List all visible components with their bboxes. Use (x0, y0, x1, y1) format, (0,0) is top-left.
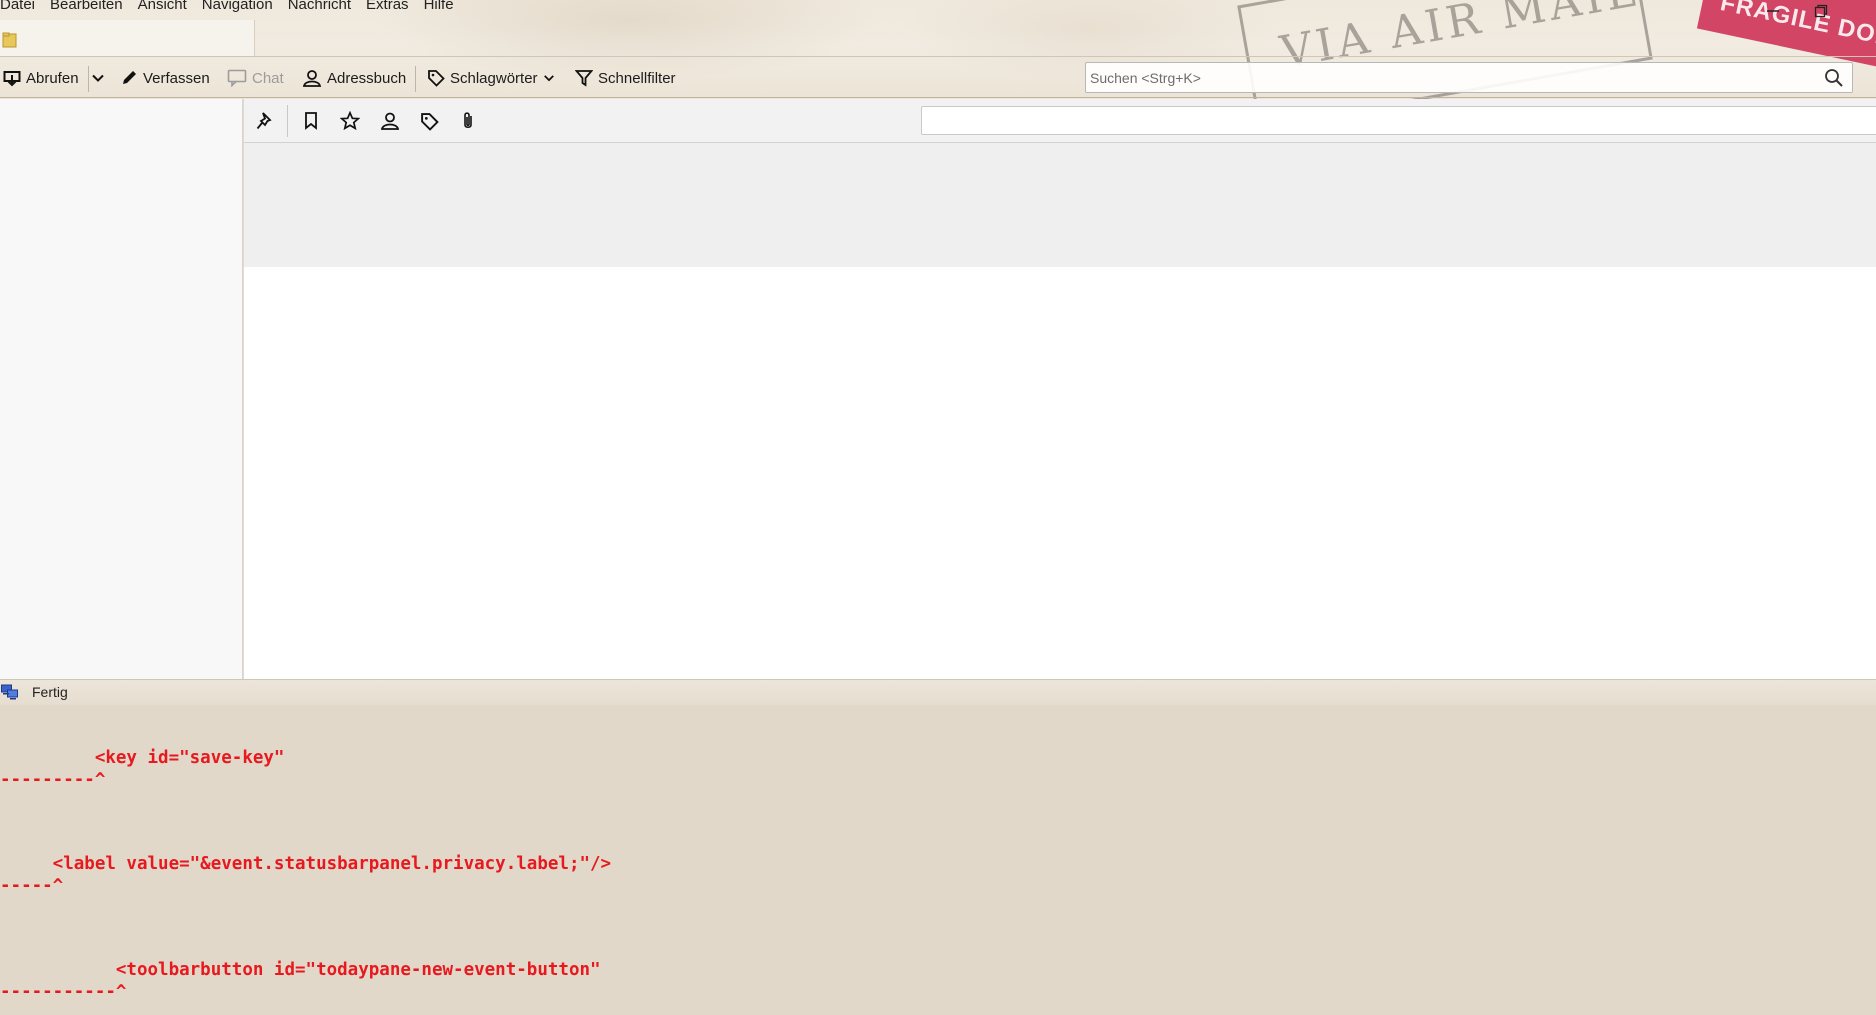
compose-label: Verfassen (143, 69, 210, 87)
address-book-label: Adressbuch (327, 69, 407, 87)
online-status-icon[interactable] (1, 684, 19, 700)
status-bar: Fertig (0, 679, 1876, 705)
quick-filter-button[interactable]: Schnellfilter (575, 67, 676, 89)
folder-pane[interactable] (0, 99, 243, 679)
pencil-icon (123, 71, 136, 84)
get-messages-dropdown[interactable] (91, 67, 105, 89)
get-messages-button[interactable]: Abrufen (3, 67, 79, 89)
toolbar-separator (415, 66, 416, 92)
paperclip-icon (464, 112, 472, 129)
folder-icon (2, 32, 17, 48)
mail-toolbar: Abrufen Verfassen Chat Adressbuch Schlag… (0, 56, 1876, 98)
qf-starred-button[interactable] (337, 108, 363, 134)
qf-attachment-button[interactable] (455, 108, 481, 134)
search-icon[interactable] (1824, 68, 1844, 88)
chevron-down-icon (543, 75, 554, 82)
title-chrome: VIA AIR MAIL FRAGILE DON'T CRUSH Datei B… (0, 0, 1876, 99)
address-book-button[interactable]: Adressbuch (302, 67, 406, 89)
compose-button[interactable]: Verfassen (120, 67, 210, 89)
parse-error-output: <key id="save-key" ---------^ <label val… (0, 705, 1876, 1015)
menu-ansicht[interactable]: Ansicht (138, 0, 187, 16)
menu-nachricht[interactable]: Nachricht (288, 0, 351, 16)
qf-tags-button[interactable] (416, 108, 442, 134)
address-book-icon (302, 70, 322, 87)
tag-icon (420, 112, 439, 131)
thread-pane-header (244, 143, 1876, 267)
menu-bearbeiten[interactable]: Bearbeiten (50, 0, 123, 16)
qf-contact-button[interactable] (377, 108, 403, 134)
menubar: Datei Bearbeiten Ansicht Navigation Nach… (0, 0, 469, 16)
star-icon (340, 111, 360, 131)
qf-unread-button[interactable] (298, 108, 324, 134)
error-marker-line: ---------^ (0, 770, 106, 790)
chat-button[interactable]: Chat (227, 67, 284, 89)
bookmark-icon (305, 112, 317, 130)
qf-sticky-button[interactable] (252, 108, 278, 134)
tab-strip (0, 16, 1876, 56)
quick-filter-input[interactable] (922, 107, 1876, 134)
menu-navigation[interactable]: Navigation (202, 0, 273, 16)
thunderbird-window: VIA AIR MAIL FRAGILE DON'T CRUSH Datei B… (0, 0, 1876, 1015)
quick-filter-separator (287, 105, 288, 137)
toolbar-separator (88, 66, 89, 92)
get-messages-label: Abrufen (26, 69, 79, 87)
error-code-line: <key id="save-key" (0, 748, 285, 768)
pin-icon (256, 112, 272, 130)
filter-icon (575, 70, 593, 87)
menu-datei[interactable]: Datei (0, 0, 35, 16)
global-search (1085, 62, 1853, 93)
error-code-line: <toolbarbutton id="todaypane-new-event-b… (0, 960, 601, 980)
quick-filter-label: Schnellfilter (598, 69, 676, 87)
message-list-area (244, 99, 1876, 679)
quick-filter-text (921, 106, 1876, 135)
menu-hilfe[interactable]: Hilfe (424, 0, 454, 16)
chat-label: Chat (252, 69, 284, 87)
error-marker-line: -----------^ (0, 982, 127, 1002)
tags-button[interactable]: Schlagwörter (427, 67, 555, 89)
chevron-down-icon (92, 74, 104, 82)
contact-icon (380, 112, 400, 130)
quick-filter-bar (244, 99, 1876, 143)
error-marker-line: -----^ (0, 876, 64, 896)
tags-label: Schlagwörter (450, 69, 538, 87)
tag-icon (428, 70, 445, 87)
menu-extras[interactable]: Extras (366, 0, 409, 16)
status-text: Fertig (32, 684, 68, 700)
error-code-line: <label value="&event.statusbarpanel.priv… (0, 854, 612, 874)
chat-bubble-icon (227, 69, 247, 87)
download-icon (3, 71, 21, 87)
tab-mail[interactable] (0, 20, 255, 56)
global-search-input[interactable] (1086, 63, 1852, 92)
